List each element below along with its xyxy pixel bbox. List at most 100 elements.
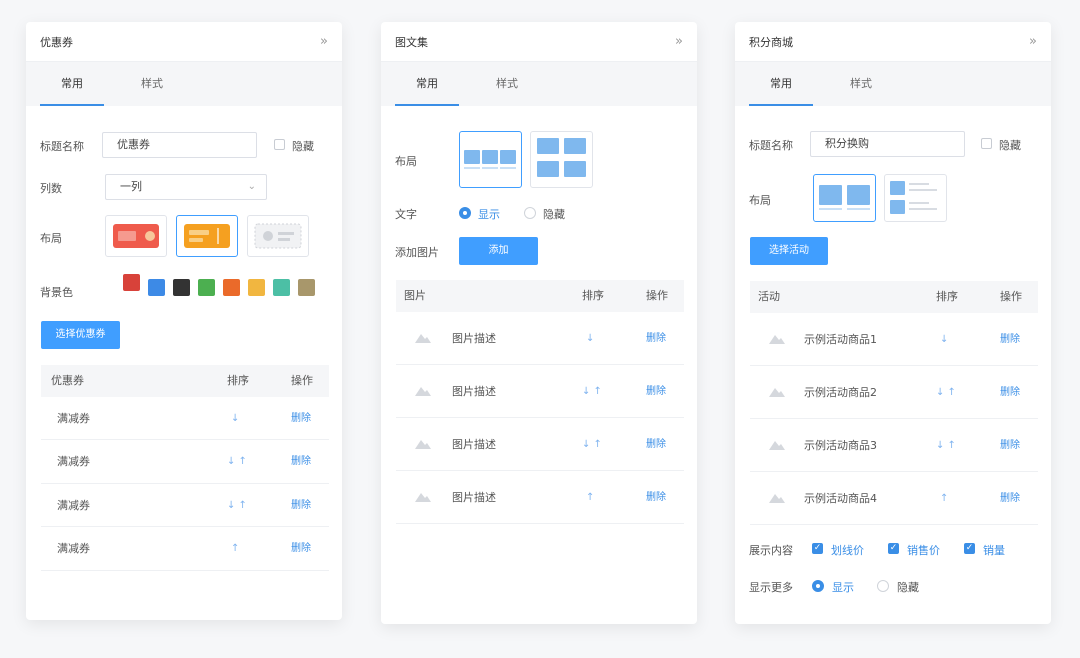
select-activity-button[interactable]: 选择活动 — [750, 237, 828, 265]
tab-common[interactable]: 常用 — [749, 62, 813, 106]
panel-title: 积分商城 — [749, 35, 793, 49]
row-name: 示例活动商品2 — [804, 386, 877, 399]
delete-link[interactable]: 删除 — [646, 471, 666, 524]
hide-checkbox[interactable] — [274, 139, 285, 150]
show-strike-price-checkbox[interactable]: ✓ — [812, 543, 823, 554]
sort-arrows[interactable]: ↑ — [586, 471, 594, 524]
panel-title: 图文集 — [395, 35, 428, 49]
header-coupon: 优惠券 — [51, 374, 84, 387]
more-show-radio[interactable] — [812, 580, 824, 592]
header-sort: 排序 — [227, 374, 249, 387]
sort-arrows[interactable]: ↓ ↑ — [227, 440, 247, 484]
row-name: 示例活动商品3 — [804, 439, 877, 452]
sort-arrows[interactable]: ↑ — [940, 472, 948, 525]
tab-common[interactable]: 常用 — [395, 62, 459, 106]
show-sale-price-checkbox[interactable]: ✓ — [888, 543, 899, 554]
color-swatch[interactable] — [173, 279, 190, 296]
add-button[interactable]: 添加 — [459, 237, 538, 265]
columns-label: 列数 — [40, 182, 62, 195]
delete-link[interactable]: 删除 — [1000, 313, 1020, 366]
row-name: 满减券 — [57, 412, 90, 425]
table-header: 活动 排序 操作 — [750, 281, 1038, 313]
sort-arrows[interactable]: ↓ ↑ — [582, 365, 602, 418]
display-option-label: 销量 — [983, 544, 1005, 557]
collapse-icon[interactable]: » — [1029, 34, 1037, 49]
sort-arrows[interactable]: ↓ ↑ — [227, 484, 247, 527]
columns-value: 一列 — [120, 180, 142, 193]
select-coupon-button[interactable]: 选择优惠券 — [41, 321, 120, 349]
delete-link[interactable]: 删除 — [1000, 419, 1020, 472]
hide-checkbox[interactable] — [981, 138, 992, 149]
color-swatch[interactable] — [248, 279, 265, 296]
hide-label: 隐藏 — [897, 581, 919, 594]
tab-style[interactable]: 样式 — [120, 62, 184, 106]
table-header: 优惠券 排序 操作 — [41, 365, 329, 397]
sort-arrows[interactable]: ↓ ↑ — [582, 418, 602, 471]
delete-link[interactable]: 删除 — [291, 527, 311, 571]
tab-style[interactable]: 样式 — [475, 62, 539, 106]
hide-label: 隐藏 — [292, 140, 314, 153]
layout-label: 布局 — [749, 194, 771, 207]
delete-link[interactable]: 删除 — [646, 365, 666, 418]
delete-link[interactable]: 删除 — [646, 312, 666, 365]
layout-option-orange[interactable] — [176, 215, 238, 257]
sort-arrows[interactable]: ↓ ↑ — [936, 366, 956, 419]
panel-header: 积分商城 » — [735, 22, 1051, 62]
points-mall-panel: 积分商城 » 常用 样式 标题名称 积分换购 隐藏 布局 选择活动 活动 排序 … — [735, 22, 1051, 624]
color-swatch[interactable] — [148, 279, 165, 296]
color-swatch[interactable] — [298, 279, 315, 296]
text-show-radio[interactable] — [459, 207, 471, 219]
sort-arrows[interactable]: ↓ — [231, 397, 239, 440]
delete-link[interactable]: 删除 — [1000, 472, 1020, 525]
title-name-input[interactable]: 优惠券 — [102, 132, 257, 158]
table-row: 满减券 ↓ ↑ 删除 — [41, 484, 329, 527]
table-header: 图片 排序 操作 — [396, 280, 684, 312]
more-hide-radio[interactable] — [877, 580, 889, 592]
layout-option-row3[interactable] — [459, 131, 522, 188]
columns-select[interactable]: 一列 ⌄ — [105, 174, 267, 200]
sort-arrows[interactable]: ↓ — [586, 312, 594, 365]
image-placeholder-icon — [415, 437, 431, 452]
collapse-icon[interactable]: » — [320, 34, 328, 49]
text-hide-radio[interactable] — [524, 207, 536, 219]
image-placeholder-icon — [769, 385, 785, 400]
delete-link[interactable]: 删除 — [646, 418, 666, 471]
layout-option-gray[interactable] — [247, 215, 309, 257]
row-desc: 图片描述 — [452, 385, 496, 398]
delete-link[interactable]: 删除 — [291, 484, 311, 527]
show-sales-checkbox[interactable]: ✓ — [964, 543, 975, 554]
delete-link[interactable]: 删除 — [291, 397, 311, 440]
row-desc: 图片描述 — [452, 438, 496, 451]
delete-link[interactable]: 删除 — [1000, 366, 1020, 419]
display-option-label: 划线价 — [831, 544, 864, 557]
show-label: 显示 — [832, 581, 854, 594]
sort-arrows[interactable]: ↓ — [940, 313, 948, 366]
table-row: 满减券 ↓ ↑ 删除 — [41, 440, 329, 484]
table-row: 示例活动商品4 ↑ 删除 — [750, 472, 1038, 525]
background-color-label: 背景色 — [40, 286, 73, 299]
title-name-label: 标题名称 — [749, 139, 793, 152]
color-swatch[interactable] — [123, 274, 140, 291]
table-row: 示例活动商品3 ↓ ↑ 删除 — [750, 419, 1038, 472]
collapse-icon[interactable]: » — [675, 34, 683, 49]
title-name-input[interactable]: 积分换购 — [810, 131, 965, 157]
sort-arrows[interactable]: ↓ ↑ — [936, 419, 956, 472]
layout-label: 布局 — [40, 232, 62, 245]
panel-title: 优惠券 — [40, 35, 73, 49]
display-content-label: 展示内容 — [749, 544, 793, 557]
layout-option-list[interactable] — [884, 174, 947, 222]
layout-option-double[interactable] — [813, 174, 876, 222]
color-swatch[interactable] — [273, 279, 290, 296]
sort-arrows[interactable]: ↑ — [231, 527, 239, 571]
color-swatch[interactable] — [198, 279, 215, 296]
delete-link[interactable]: 删除 — [291, 440, 311, 484]
layout-option-grid[interactable] — [530, 131, 593, 188]
tab-style[interactable]: 样式 — [829, 62, 893, 106]
table-row: 满减券 ↑ 删除 — [41, 527, 329, 571]
header-sort: 排序 — [582, 289, 604, 302]
color-swatch[interactable] — [223, 279, 240, 296]
layout-option-red[interactable] — [105, 215, 167, 257]
tab-common[interactable]: 常用 — [40, 62, 104, 106]
row-name: 满减券 — [57, 499, 90, 512]
image-list-icon — [890, 181, 937, 214]
